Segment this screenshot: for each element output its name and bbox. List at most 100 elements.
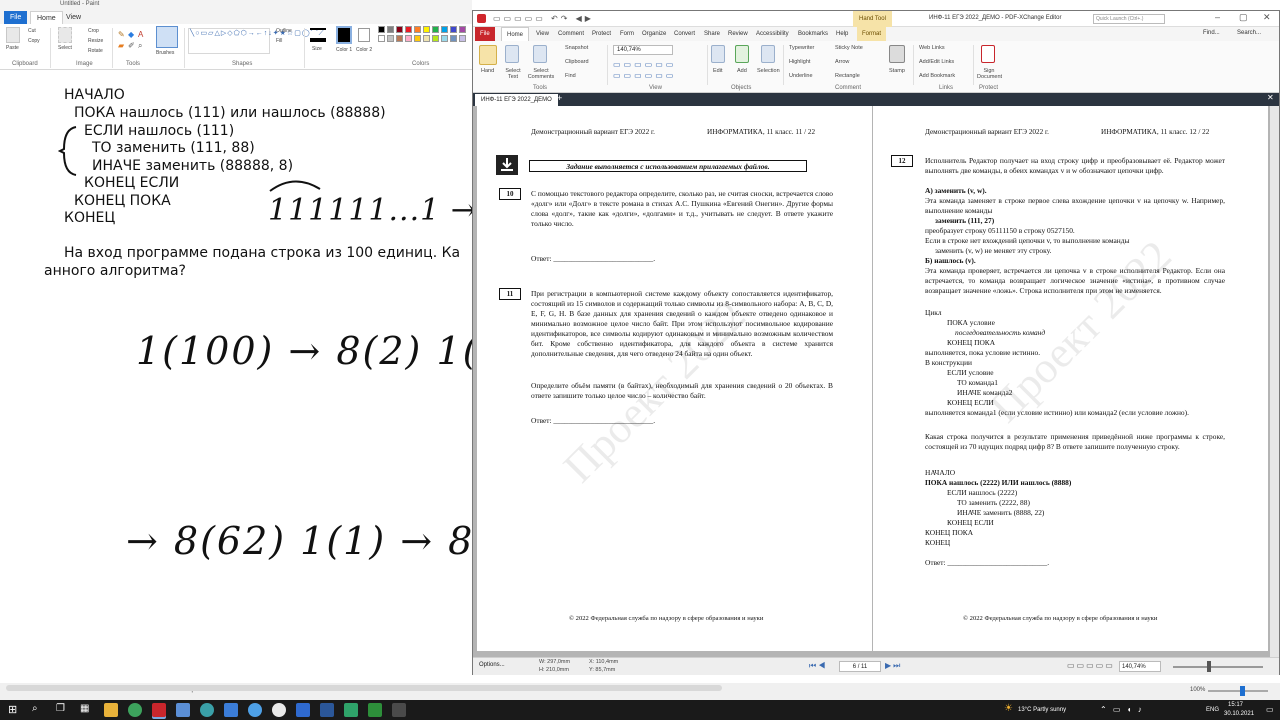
app-icon[interactable] xyxy=(344,703,358,717)
paint-zoom-slider[interactable] xyxy=(1208,690,1268,692)
paste-icon[interactable] xyxy=(6,27,20,43)
outline-button[interactable]: Outline xyxy=(276,28,292,34)
app-icon[interactable] xyxy=(392,703,406,717)
edit-icon[interactable] xyxy=(711,45,725,63)
clock-time[interactable]: 15:17 xyxy=(1228,702,1243,708)
clipboard-button[interactable]: Clipboard xyxy=(565,59,589,65)
snapshot-button[interactable]: Snapshot xyxy=(565,45,588,51)
nav-next-last[interactable]: ▶⏭ xyxy=(885,661,902,671)
color-gray[interactable] xyxy=(387,26,394,33)
rectangle-button[interactable]: Rectangle xyxy=(835,73,860,79)
pdf-tab-review[interactable]: Review xyxy=(723,27,753,41)
quick-access-toolbar[interactable]: ▭▭▭▭▭ ↶↷ ◀▶ xyxy=(493,14,594,23)
color-lime[interactable] xyxy=(432,35,439,42)
paint-zoom-thumb[interactable] xyxy=(1240,686,1245,696)
color1-swatch[interactable] xyxy=(336,26,352,44)
paint-tab-view[interactable]: View xyxy=(60,11,87,24)
color2-swatch[interactable] xyxy=(358,28,370,42)
find-button[interactable]: Find... xyxy=(1203,30,1220,36)
pdf-tab-view[interactable]: View xyxy=(531,27,554,41)
sign-document-icon[interactable] xyxy=(981,45,995,63)
app-icon[interactable] xyxy=(296,703,310,717)
pdf-tab-bookmarks[interactable]: Bookmarks xyxy=(793,27,833,41)
color-cream[interactable] xyxy=(423,35,430,42)
add-bookmark-button[interactable]: Add Bookmark xyxy=(919,73,955,79)
fill-button[interactable]: Fill xyxy=(276,38,282,44)
pdf-tab-format[interactable]: Format xyxy=(857,27,887,41)
start-icon[interactable]: ⊞ xyxy=(8,703,17,716)
color-orange[interactable] xyxy=(414,26,421,33)
view-buttons[interactable]: ▭▭▭▭▭▭ ▭▭▭▭▭▭ xyxy=(613,59,703,83)
color-yellow[interactable] xyxy=(423,26,430,33)
color-lightblue[interactable] xyxy=(441,35,448,42)
vertical-scrollbar[interactable] xyxy=(1270,106,1279,657)
underline-button[interactable]: Underline xyxy=(789,73,813,79)
horizontal-scrollbar[interactable] xyxy=(6,685,722,691)
color-white[interactable] xyxy=(378,35,385,42)
minimize-button[interactable]: – xyxy=(1215,12,1220,22)
select-text-icon[interactable] xyxy=(505,45,519,63)
pdf-tab-help[interactable]: Help xyxy=(831,27,853,41)
options-button[interactable]: Options... xyxy=(479,662,505,668)
page-layout-buttons[interactable]: ▭▭▭▭▭ xyxy=(1067,661,1115,670)
close-doc-icon[interactable]: ✕ xyxy=(1267,93,1274,102)
color-black[interactable] xyxy=(378,26,385,33)
app-icon[interactable] xyxy=(368,703,382,717)
add-edit-links-button[interactable]: Add/Edit Links xyxy=(919,59,954,65)
color-darkred[interactable] xyxy=(396,26,403,33)
color-purple[interactable] xyxy=(459,26,466,33)
color-lightgray[interactable] xyxy=(387,35,394,42)
find-tool-button[interactable]: Find xyxy=(565,73,576,79)
copy-button[interactable]: Copy xyxy=(28,38,40,44)
document-tab[interactable]: ИНФ-11 ЕГЭ 2022_ДЕМО xyxy=(475,94,558,106)
crop-button[interactable]: Crop xyxy=(88,28,99,34)
nav-first-prev[interactable]: ⏮◀ xyxy=(809,661,827,671)
browser-icon[interactable] xyxy=(248,703,262,717)
zoom-slider-thumb[interactable] xyxy=(1207,661,1211,672)
widgets-icon[interactable]: ▦ xyxy=(80,703,89,714)
resize-button[interactable]: Resize xyxy=(88,38,103,44)
chrome-profile-icon[interactable] xyxy=(272,703,286,717)
notifications-icon[interactable]: ▭ xyxy=(1266,705,1274,714)
paint-taskbar-icon[interactable] xyxy=(176,703,190,717)
select-icon[interactable] xyxy=(58,27,72,43)
paint-canvas[interactable]: НАЧАЛО ПОКА нашлось (111) или нашлось (8… xyxy=(0,71,472,683)
pdf-tab-share[interactable]: Share xyxy=(699,27,725,41)
web-links-button[interactable]: Web Links xyxy=(919,45,945,51)
page-number-input[interactable]: 6 / 11 xyxy=(839,661,881,672)
brushes-icon[interactable] xyxy=(156,26,178,48)
input-language[interactable]: ENG xyxy=(1206,707,1219,713)
pdf-tab-form[interactable]: Form xyxy=(615,27,639,41)
pdf-tab-comment[interactable]: Comment xyxy=(553,27,589,41)
hand-icon[interactable] xyxy=(479,45,497,65)
typewriter-button[interactable]: Typewriter xyxy=(789,45,814,51)
close-button[interactable]: ✕ xyxy=(1263,12,1271,23)
rotate-button[interactable]: Rotate xyxy=(88,48,103,54)
clock-date[interactable]: 30.10.2021 xyxy=(1224,711,1254,717)
selection-icon[interactable] xyxy=(761,45,775,63)
color-green[interactable] xyxy=(432,26,439,33)
app-icon[interactable] xyxy=(200,703,214,717)
chrome-icon[interactable] xyxy=(128,703,142,717)
document-view[interactable]: Проект 2022 Демонстрационный вариант ЕГЭ… xyxy=(473,106,1279,657)
weather-text[interactable]: 13°C Partly sunny xyxy=(1018,707,1066,713)
shapes-gallery[interactable]: ╲○▭▱△▷◇⬠⬡→←↑↓✦★☆▢◯⌒⟋ xyxy=(188,28,324,54)
pdf-xchange-taskbar-icon[interactable] xyxy=(152,703,166,717)
tray-icons[interactable]: ⌃ ▭ ◖ ♪ xyxy=(1100,705,1144,714)
color-pink[interactable] xyxy=(405,35,412,42)
sticky-note-button[interactable]: Sticky Note xyxy=(835,45,863,51)
pdf-tab-file[interactable]: File xyxy=(475,27,495,41)
add-icon[interactable] xyxy=(735,45,749,63)
pdf-tab-accessibility[interactable]: Accessibility xyxy=(751,27,794,41)
search-button[interactable]: Search... xyxy=(1237,30,1261,36)
maximize-button[interactable]: ▢ xyxy=(1239,12,1248,23)
paint-tab-home[interactable]: Home xyxy=(30,11,63,24)
pdf-tab-home[interactable]: Home xyxy=(501,27,530,41)
eraser-icon[interactable]: ▰ xyxy=(118,41,124,50)
file-explorer-icon[interactable] xyxy=(104,703,118,717)
paint-tab-file[interactable]: File xyxy=(4,11,28,24)
color-slate[interactable] xyxy=(450,35,457,42)
stamp-icon[interactable] xyxy=(889,45,905,63)
text-icon[interactable]: A xyxy=(138,30,143,39)
status-zoom[interactable]: 140,74% xyxy=(1119,661,1161,672)
